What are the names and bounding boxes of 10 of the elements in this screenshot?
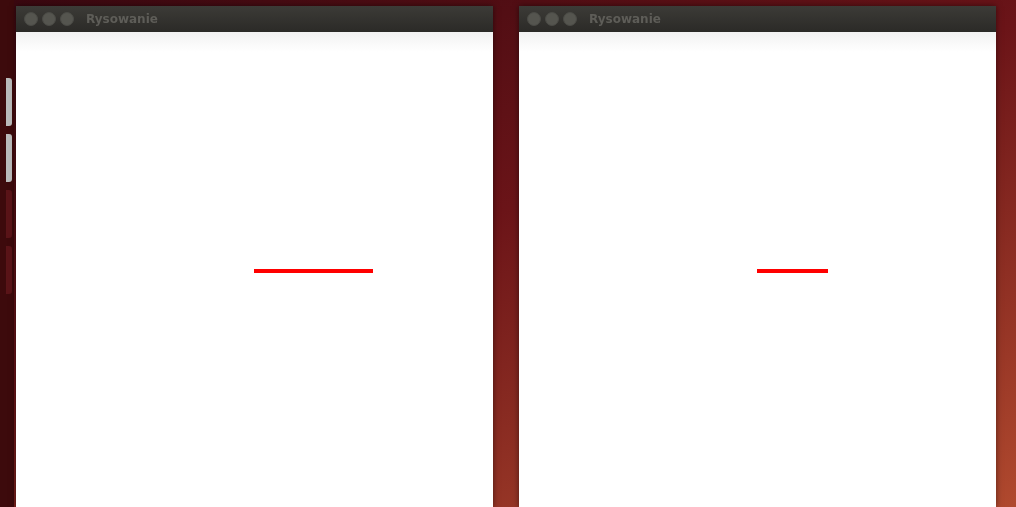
close-button[interactable]: [527, 12, 541, 26]
close-button[interactable]: [24, 12, 38, 26]
launcher-item[interactable]: [6, 134, 12, 182]
launcher-item[interactable]: [6, 78, 12, 126]
launcher-item[interactable]: [6, 190, 12, 238]
maximize-button[interactable]: [60, 12, 74, 26]
maximize-button[interactable]: [563, 12, 577, 26]
minimize-button[interactable]: [545, 12, 559, 26]
launcher-item[interactable]: [6, 246, 12, 294]
minimize-button[interactable]: [42, 12, 56, 26]
